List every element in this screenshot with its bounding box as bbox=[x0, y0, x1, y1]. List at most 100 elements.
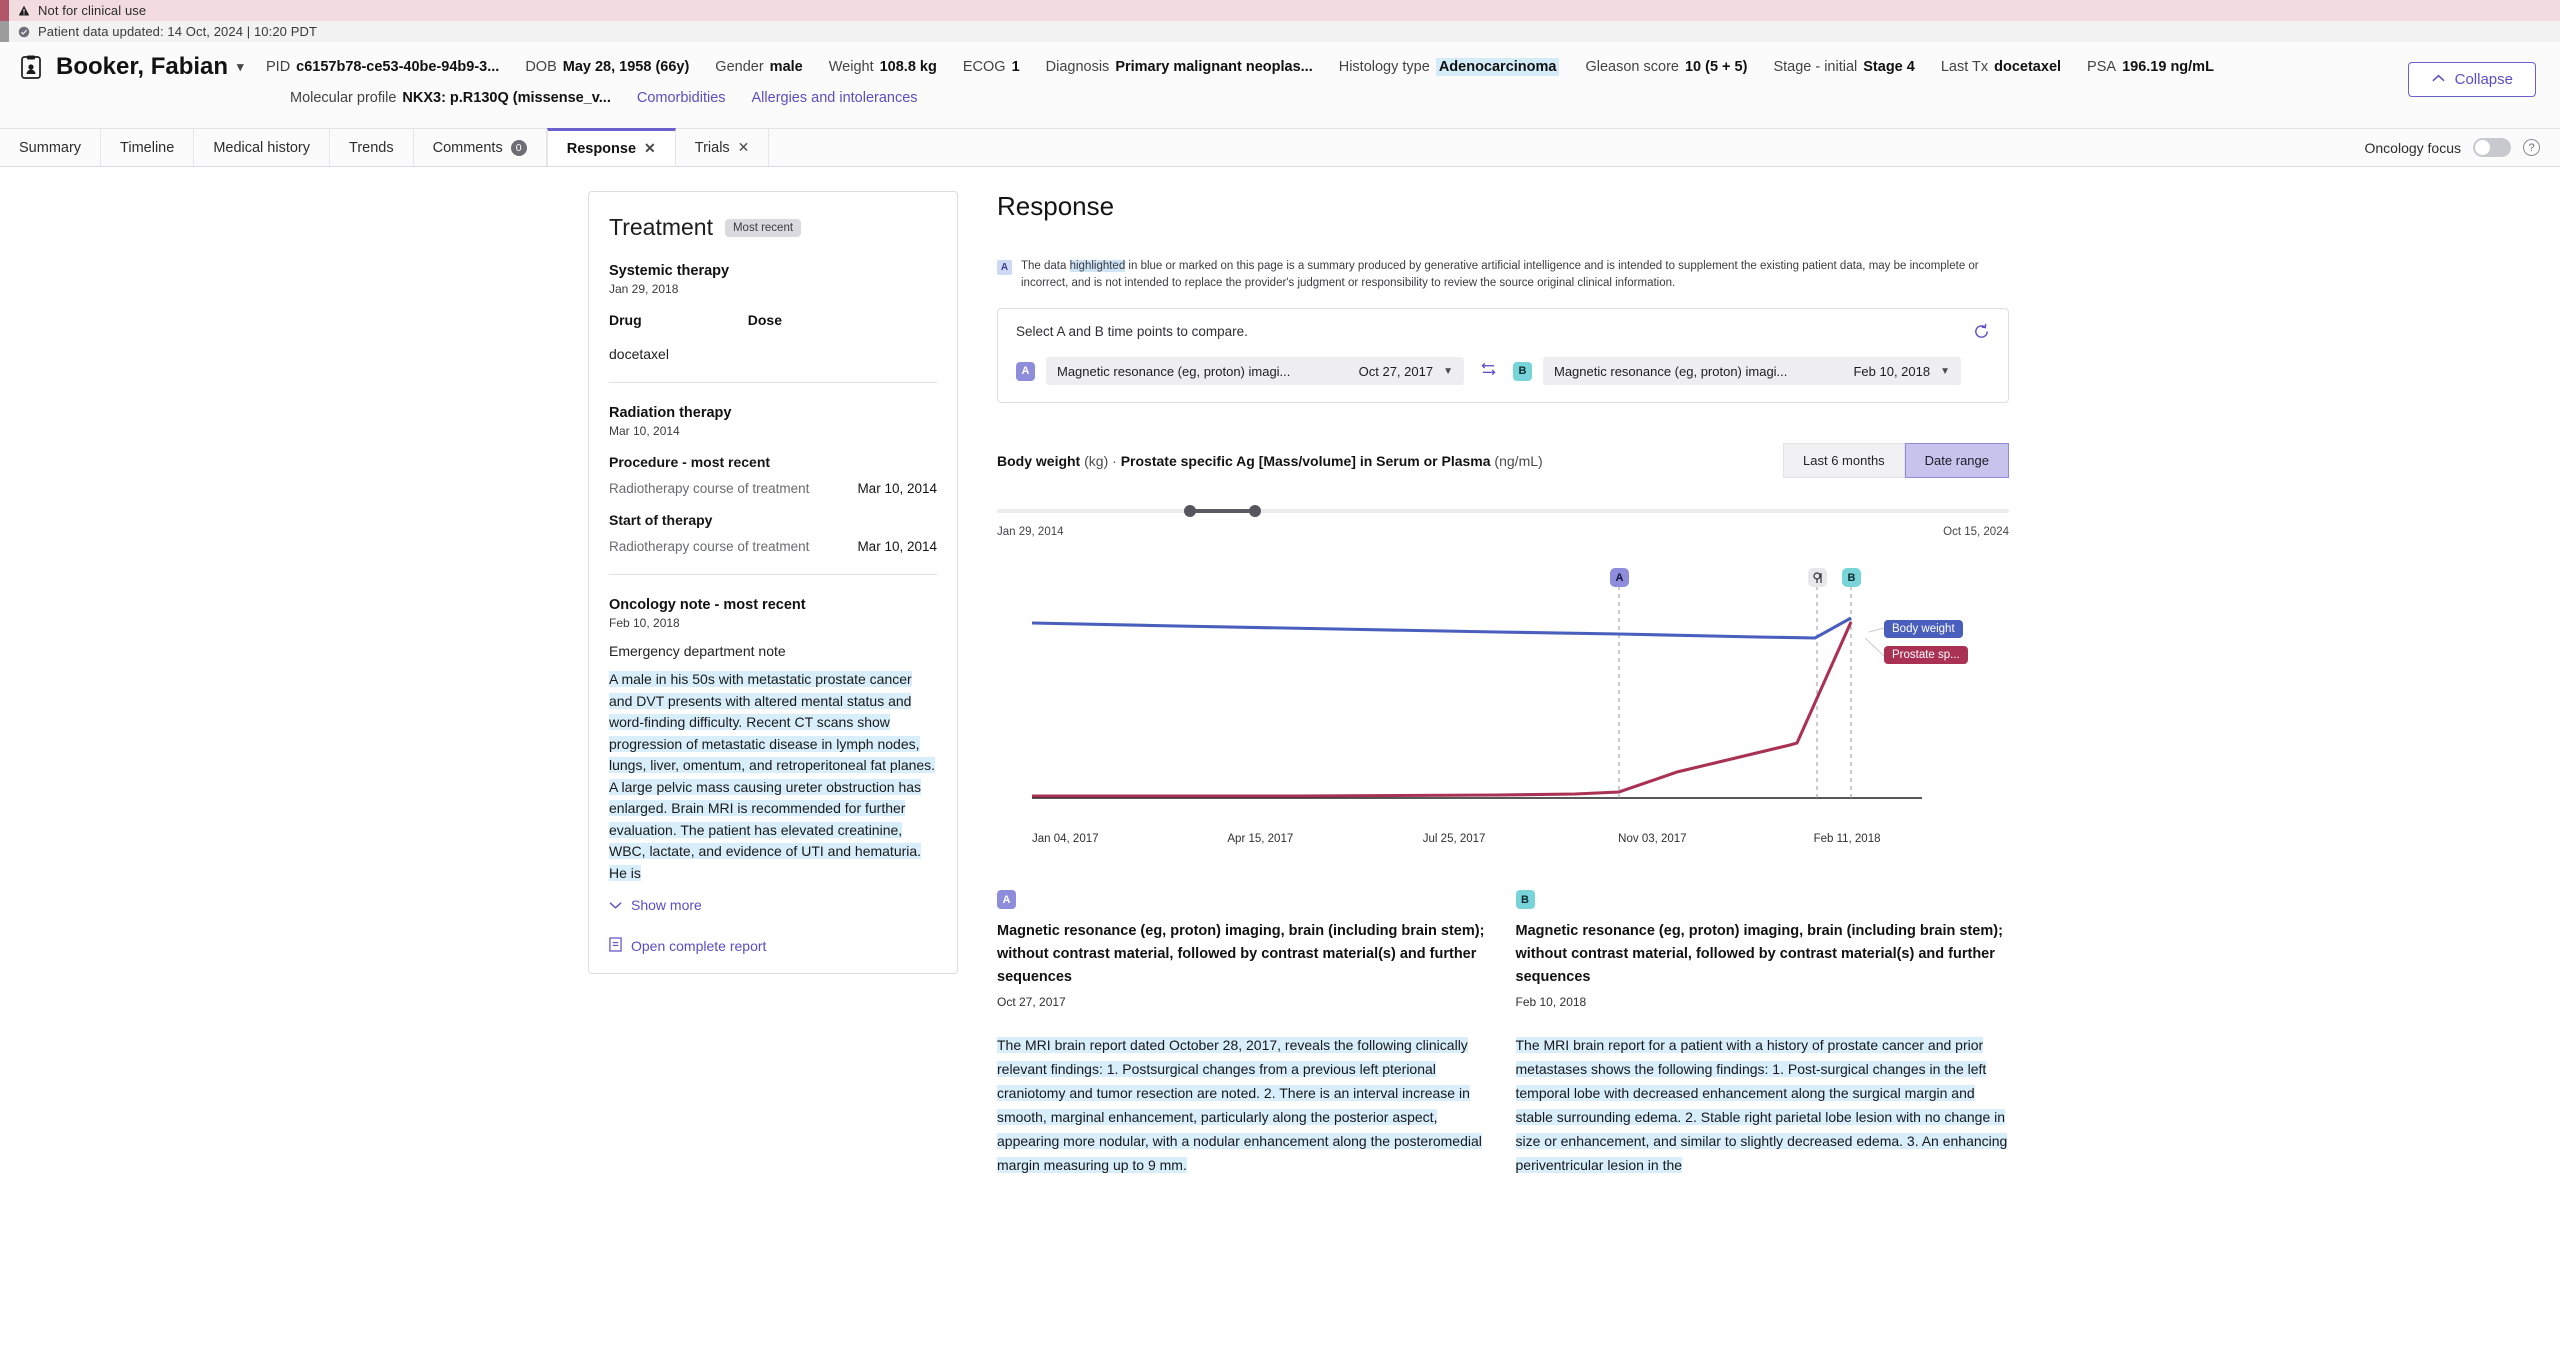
timepoint-row: A Magnetic resonance (eg, proton) imagi.… bbox=[1016, 357, 1990, 385]
field-label: Stage - initial bbox=[1773, 59, 1857, 75]
field-label: PSA bbox=[2087, 59, 2116, 75]
slider-handle-right[interactable] bbox=[1249, 505, 1261, 517]
legend-leader-2 bbox=[1865, 638, 1884, 656]
info-accent-bar bbox=[0, 21, 9, 42]
allergies-link[interactable]: Allergies and intolerances bbox=[752, 90, 918, 106]
patient-field: Gender male bbox=[715, 59, 802, 75]
reset-icon[interactable] bbox=[1973, 323, 1990, 345]
field-label: ECOG bbox=[963, 59, 1006, 75]
oncology-focus-toggle[interactable] bbox=[2473, 138, 2511, 157]
chart-x-axis-labels: Jan 04, 2017 Apr 15, 2017 Jul 25, 2017 N… bbox=[997, 833, 2009, 845]
timepoint-b-name: Magnetic resonance (eg, proton) imagi... bbox=[1554, 364, 1843, 379]
field-label: PID bbox=[266, 59, 290, 75]
main-tab-bar: Summary Timeline Medical history Trends … bbox=[0, 129, 2560, 167]
field-value: 108.8 kg bbox=[880, 59, 937, 75]
timepoint-b-chip: B bbox=[1513, 362, 1532, 381]
collapse-button-label: Collapse bbox=[2455, 71, 2513, 88]
patient-data-updated-text: Patient data updated: 14 Oct, 2024 | 10:… bbox=[38, 24, 317, 39]
tab-trials[interactable]: Trials ✕ bbox=[676, 129, 770, 166]
selector-hint: Select A and B time points to compare. bbox=[1016, 324, 1990, 339]
report-comparison: A Magnetic resonance (eg, proton) imagin… bbox=[997, 890, 2009, 1177]
patient-field: Histology type Adenocarcinoma bbox=[1339, 58, 1560, 76]
legend-psa[interactable]: Prostate sp... bbox=[1884, 646, 1968, 664]
tab-medical-history[interactable]: Medical history bbox=[194, 129, 330, 166]
field-value: Adenocarcinoma bbox=[1436, 58, 1560, 76]
slider-track bbox=[997, 509, 2009, 513]
date-range-slider[interactable] bbox=[997, 504, 2009, 518]
molecular-profile-field: Molecular profile NKX3: p.R130Q (missens… bbox=[290, 90, 611, 106]
x-tick-label: Jan 04, 2017 bbox=[1032, 833, 1227, 845]
chart-marker-a[interactable]: A bbox=[1610, 568, 1629, 587]
field-value: May 28, 1958 (66y) bbox=[563, 59, 690, 75]
timepoint-a-date: Oct 27, 2017 bbox=[1359, 364, 1433, 379]
swap-icon[interactable] bbox=[1480, 362, 1497, 381]
patient-header: Booker, Fabian ▾ PID c6157b78-ce53-40be-… bbox=[0, 42, 2560, 129]
timepoint-b-date: Feb 10, 2018 bbox=[1853, 364, 1930, 379]
x-tick-label: Jul 25, 2017 bbox=[1423, 833, 1618, 845]
disclaimer-highlight: highlighted bbox=[1070, 260, 1126, 272]
ai-badge-icon: A bbox=[997, 260, 1012, 275]
tab-label: Trials bbox=[695, 140, 730, 156]
timepoint-b-dropdown[interactable]: Magnetic resonance (eg, proton) imagi...… bbox=[1543, 357, 1961, 385]
slider-selected-range bbox=[1189, 509, 1254, 513]
report-a-body: The MRI brain report dated October 28, 2… bbox=[997, 1033, 1491, 1177]
field-label: Gleason score bbox=[1585, 59, 1679, 75]
patient-chart-icon bbox=[18, 54, 44, 80]
field-label: Gender bbox=[715, 59, 763, 75]
tab-label: Summary bbox=[19, 140, 81, 156]
chevron-up-icon bbox=[2431, 71, 2446, 88]
chevron-down-icon: ▼ bbox=[1940, 366, 1950, 377]
patient-field: Last Tx docetaxel bbox=[1941, 59, 2061, 75]
range-last-6-months-button[interactable]: Last 6 months bbox=[1783, 443, 1905, 478]
patient-field-list: PID c6157b78-ce53-40be-94b9-3... DOB May… bbox=[266, 58, 2536, 76]
report-b: B Magnetic resonance (eg, proton) imagin… bbox=[1516, 890, 2010, 1177]
comorbidities-link[interactable]: Comorbidities bbox=[637, 90, 726, 106]
report-b-chip-box: B bbox=[1516, 890, 2010, 909]
help-icon[interactable]: ? bbox=[2523, 139, 2540, 156]
range-date-range-button[interactable]: Date range bbox=[1905, 443, 2009, 478]
field-value: 10 (5 + 5) bbox=[1685, 59, 1747, 75]
collapse-button[interactable]: Collapse bbox=[2408, 62, 2536, 97]
patient-field: ECOG 1 bbox=[963, 59, 1020, 75]
chart-series-2-unit: ng/mL bbox=[1499, 453, 1538, 469]
report-a-chip: A bbox=[997, 890, 1016, 909]
tab-response[interactable]: Response ✕ bbox=[547, 128, 676, 166]
tab-timeline[interactable]: Timeline bbox=[101, 129, 194, 166]
patient-name-menu[interactable]: Booker, Fabian ▾ bbox=[56, 53, 266, 81]
report-b-date: Feb 10, 2018 bbox=[1516, 995, 2010, 1009]
tab-summary[interactable]: Summary bbox=[0, 129, 101, 166]
response-column: Response A The data highlighted in blue … bbox=[600, 191, 2560, 1360]
report-a-text: The MRI brain report dated October 28, 2… bbox=[997, 1037, 1482, 1173]
report-a-chip-box: A bbox=[997, 890, 1491, 909]
tab-trends[interactable]: Trends bbox=[330, 129, 414, 166]
tab-label: Trends bbox=[349, 140, 394, 156]
slider-handle-left[interactable] bbox=[1184, 505, 1196, 517]
tab-label: Response bbox=[567, 141, 636, 157]
chart-series-1-name: Body weight bbox=[997, 453, 1080, 469]
field-label: Diagnosis bbox=[1046, 59, 1110, 75]
field-label: DOB bbox=[525, 59, 556, 75]
chevron-down-icon: ▾ bbox=[237, 59, 244, 75]
close-icon[interactable]: ✕ bbox=[738, 139, 750, 156]
timepoint-a-dropdown[interactable]: Magnetic resonance (eg, proton) imagi...… bbox=[1046, 357, 1464, 385]
report-b-text: The MRI brain report for a patient with … bbox=[1516, 1037, 2008, 1173]
disclaimer-post: in blue or marked on this page is a summ… bbox=[1021, 260, 1979, 289]
field-value: male bbox=[770, 59, 803, 75]
field-value: Stage 4 bbox=[1863, 59, 1915, 75]
chart-marker-b[interactable]: B bbox=[1842, 568, 1861, 587]
warning-accent-bar bbox=[0, 0, 9, 21]
clinical-use-warning-text: Not for clinical use bbox=[38, 3, 146, 18]
ai-disclaimer-text: The data highlighted in blue or marked o… bbox=[1021, 258, 1997, 292]
tab-comments[interactable]: Comments 0 bbox=[414, 129, 547, 166]
tabbar-right-controls: Oncology focus ? bbox=[2365, 129, 2560, 166]
field-value: 1 bbox=[1012, 59, 1020, 75]
patient-field: DOB May 28, 1958 (66y) bbox=[525, 59, 689, 75]
close-icon[interactable]: ✕ bbox=[644, 140, 656, 157]
series-psa-line bbox=[1032, 622, 1851, 796]
chevron-down-icon: ▼ bbox=[1443, 366, 1453, 377]
legend-body-weight[interactable]: Body weight bbox=[1884, 620, 1963, 638]
patient-field: PID c6157b78-ce53-40be-94b9-3... bbox=[266, 59, 499, 75]
chart-marker-pin[interactable] bbox=[1808, 568, 1827, 587]
timepoint-a-chip: A bbox=[1016, 362, 1035, 381]
field-label: Molecular profile bbox=[290, 90, 396, 106]
